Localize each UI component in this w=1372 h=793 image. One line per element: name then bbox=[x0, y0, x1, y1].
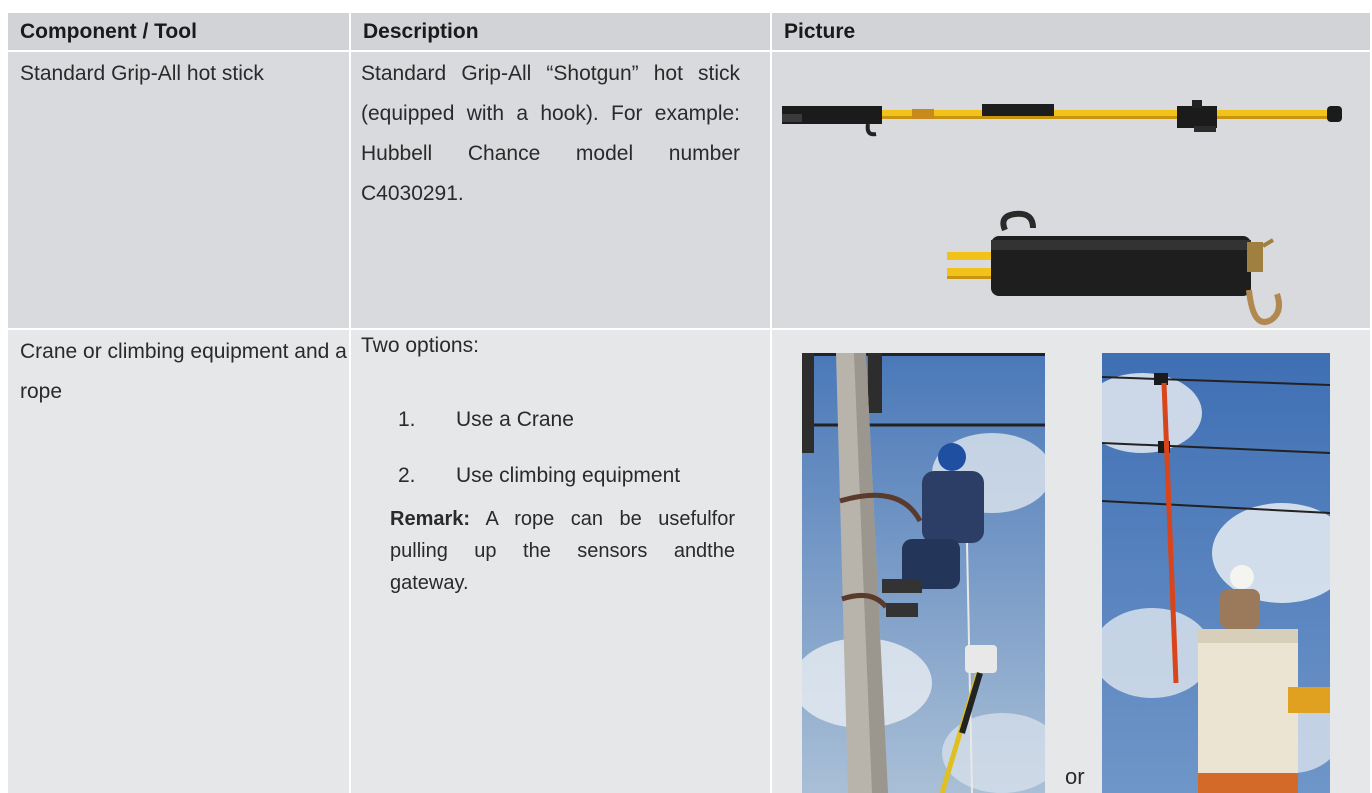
header-description: Description bbox=[351, 13, 770, 50]
picture-cell: or bbox=[772, 330, 1370, 793]
list-text: Use a Crane bbox=[456, 408, 574, 431]
table-header-row: Component / Tool Description Picture bbox=[8, 13, 1370, 50]
component-name: Standard Grip-All hot stick bbox=[20, 62, 264, 85]
tools-table: Component / Tool Description Picture Sta… bbox=[8, 13, 1370, 793]
crane-bucket-worker-photo bbox=[1102, 353, 1330, 793]
description-cell: Standard Grip-All “Shotgun” hot stick (e… bbox=[351, 52, 770, 328]
table-row: Crane or climbing equipment and a rope T… bbox=[8, 330, 1370, 793]
remark-label: Remark: bbox=[390, 508, 471, 530]
climbing-worker-photo bbox=[802, 353, 1045, 793]
table-row: Standard Grip-All hot stick Standard Gri… bbox=[8, 52, 1370, 328]
header-component-tool: Component / Tool bbox=[8, 13, 349, 50]
component-name: Crane or climbing equipment and a rope bbox=[20, 340, 347, 403]
options-intro: Two options: bbox=[361, 334, 479, 357]
header-picture: Picture bbox=[772, 13, 1370, 50]
remark-paragraph: Remark: A rope can be usefulfor pulling … bbox=[390, 503, 735, 599]
list-number: 2. bbox=[398, 464, 416, 487]
list-text: Use climbing equipment bbox=[456, 464, 681, 487]
description-text: Standard Grip-All “Shotgun” hot stick (e… bbox=[361, 62, 740, 205]
picture-cell bbox=[772, 52, 1370, 328]
list-number: 1. bbox=[398, 408, 416, 431]
or-separator: or bbox=[1065, 764, 1085, 789]
component-cell: Standard Grip-All hot stick bbox=[8, 52, 349, 328]
component-cell: Crane or climbing equipment and a rope bbox=[8, 330, 349, 793]
list-item: 1. Use a Crane bbox=[398, 408, 574, 432]
list-item: 2. Use climbing equipment bbox=[398, 464, 680, 488]
hot-stick-hook-closeup-image bbox=[947, 210, 1282, 325]
hot-stick-image bbox=[782, 100, 1342, 137]
description-cell: Two options: 1. Use a Crane 2. Use climbin… bbox=[351, 330, 770, 793]
